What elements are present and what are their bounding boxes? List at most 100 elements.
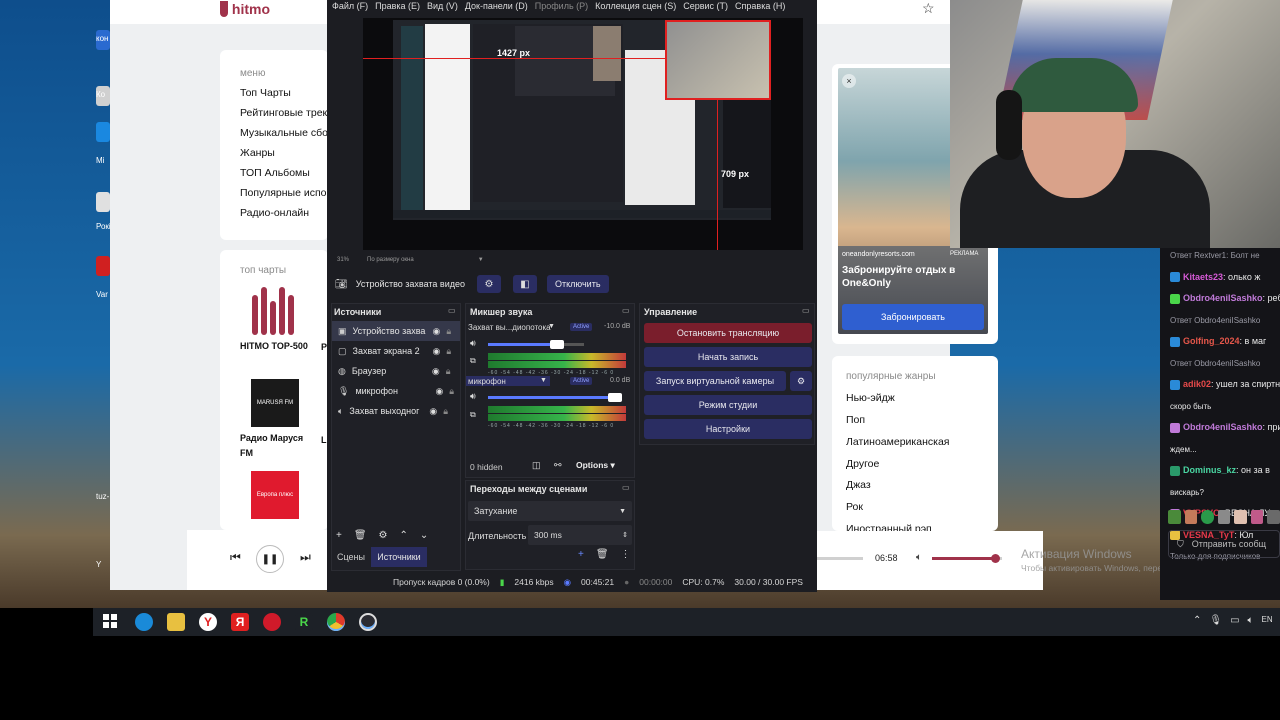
chat-username[interactable]: Obdro4eniISashko xyxy=(1183,293,1263,303)
genre-item[interactable]: Латиноамериканская xyxy=(846,436,949,448)
volume-slider[interactable] xyxy=(932,554,1002,563)
stop-streaming-button[interactable]: Остановить трансляцию xyxy=(644,323,812,343)
options-button[interactable]: Options ▾ xyxy=(576,460,615,471)
yandex-icon[interactable]: Я xyxy=(231,613,249,631)
emote-icon[interactable] xyxy=(1201,510,1214,524)
gear-icon[interactable]: ⚙ xyxy=(379,530,388,541)
radio-marusya-tile[interactable]: MARUSЯ FM xyxy=(251,379,299,427)
emote-icon[interactable] xyxy=(1250,510,1264,524)
tab-scenes[interactable]: Сцены xyxy=(331,547,371,567)
mic-icon[interactable]: 🎙︎ xyxy=(1209,615,1222,626)
mixer-settings-icon[interactable]: ⧉ xyxy=(470,410,476,420)
eye-icon[interactable]: ◉ xyxy=(435,386,443,397)
genre-item[interactable]: Другое xyxy=(846,458,879,470)
chevron-down-icon[interactable]: ▼ xyxy=(548,323,555,330)
ad-book-button[interactable]: Забронировать xyxy=(842,304,984,330)
chevron-down-icon[interactable]: ▼ xyxy=(540,377,547,384)
volume-knob[interactable] xyxy=(550,340,565,349)
lock-icon[interactable]: 🔒︎ xyxy=(446,366,451,377)
eye-icon[interactable]: ◉ xyxy=(433,346,441,357)
eye-icon[interactable]: ◉ xyxy=(429,406,437,417)
chat-input[interactable]: ⛉ Отправить сообщ xyxy=(1168,530,1280,558)
prev-track-icon[interactable]: ⏮ xyxy=(230,550,241,565)
file-explorer-icon[interactable] xyxy=(167,613,185,631)
move-up-icon[interactable]: ⌃ xyxy=(400,530,408,541)
disable-source-button[interactable]: Отключить xyxy=(547,275,609,293)
edge-icon[interactable] xyxy=(135,613,153,631)
dock-float-icon[interactable]: ▭ xyxy=(622,306,630,315)
pause-button[interactable]: ❚❚ xyxy=(256,545,284,573)
volume-knob[interactable] xyxy=(991,554,1000,563)
settings-button[interactable]: Настройки xyxy=(644,419,812,439)
volume-slider-1[interactable] xyxy=(488,340,584,349)
start-button[interactable] xyxy=(103,614,117,628)
dock-float-icon[interactable]: ▭ xyxy=(802,306,810,315)
europa-plus-tile[interactable]: Европа плюс xyxy=(251,471,299,519)
zoom-label[interactable]: 31% xyxy=(337,257,349,263)
desktop-icon-5[interactable] xyxy=(96,256,110,276)
duration-input[interactable]: 300 ms ⇕ xyxy=(528,525,632,545)
start-recording-button[interactable]: Начать запись xyxy=(644,347,812,367)
virtual-camera-settings-button[interactable]: ⚙ xyxy=(790,371,812,391)
next-track-icon[interactable]: ⏭ xyxy=(300,550,311,565)
tab-sources[interactable]: Источники xyxy=(371,547,427,567)
chat-username[interactable]: adik02 xyxy=(1183,379,1211,389)
obs-icon[interactable] xyxy=(359,613,377,631)
track-progress[interactable] xyxy=(817,557,863,560)
speaker-icon[interactable]: 🔊︎ xyxy=(470,338,476,349)
studio-mode-button[interactable]: Режим студии xyxy=(644,395,812,415)
source-item[interactable]: ◍ Браузер ◉ 🔒︎ xyxy=(332,361,460,381)
menu-item[interactable]: Популярные испо xyxy=(240,187,328,199)
menu-file[interactable]: Файл (F) xyxy=(332,1,368,11)
genre-item[interactable]: Поп xyxy=(846,414,865,426)
source-filters-button[interactable]: ◧ xyxy=(513,275,538,293)
genre-item[interactable]: Нью-эйдж xyxy=(846,392,895,404)
yandex-browser-icon[interactable]: Y xyxy=(199,613,217,631)
move-down-icon[interactable]: ⌄ xyxy=(420,530,428,541)
source-item[interactable]: 🎙︎ микрофон ◉ 🔒︎ xyxy=(332,381,460,401)
favorite-star-icon[interactable]: ☆ xyxy=(922,0,935,17)
chat-username[interactable]: Obdro4eniISashko xyxy=(1183,422,1263,432)
genre-item[interactable]: Иностранный рэп xyxy=(846,523,932,531)
scale-mode[interactable]: По размеру окна xyxy=(367,257,414,263)
speaker-icon[interactable]: 🔈︎ xyxy=(1248,615,1254,626)
remove-source-icon[interactable]: 🗑︎ xyxy=(354,530,367,541)
chrome-icon[interactable] xyxy=(327,613,345,631)
eye-icon[interactable]: ◉ xyxy=(432,366,440,377)
emote-icon[interactable] xyxy=(1234,510,1247,524)
mixer-settings-icon[interactable]: ⧉ xyxy=(470,356,476,366)
hitmo-top-label[interactable]: HITMO TOP-500 xyxy=(240,341,328,351)
opera-icon[interactable] xyxy=(263,613,281,631)
link-icon[interactable]: ⚯ xyxy=(554,460,562,471)
menu-scene-collection[interactable]: Коллекция сцен (S) xyxy=(595,1,676,11)
lock-icon[interactable]: 🔒︎ xyxy=(443,406,448,417)
desktop-icon-4[interactable] xyxy=(96,192,110,212)
network-icon[interactable]: ▭ xyxy=(1230,615,1239,626)
remove-transition-icon[interactable]: 🗑︎ xyxy=(596,549,609,560)
chat-username[interactable]: Golfing_2024 xyxy=(1183,336,1240,346)
obs-preview[interactable]: 1427 px 709 px xyxy=(363,18,803,250)
mixer-layout-icon[interactable]: ◫ xyxy=(532,460,541,471)
lock-icon[interactable]: 🔒︎ xyxy=(449,386,454,397)
ad-close-icon[interactable]: × xyxy=(842,74,856,88)
genre-item[interactable]: Джаз xyxy=(846,479,871,491)
menu-item[interactable]: Радио-онлайн xyxy=(240,207,328,219)
source-item[interactable]: 🔈︎ Захват выходног ◉ 🔒︎ xyxy=(332,401,460,421)
menu-edit[interactable]: Правка (E) xyxy=(375,1,420,11)
menu-tools[interactable]: Сервис (T) xyxy=(683,1,728,11)
emote-icon[interactable] xyxy=(1184,510,1198,524)
emote-icon[interactable] xyxy=(1217,510,1231,524)
menu-item[interactable]: Жанры xyxy=(240,147,328,159)
volume-slider-2[interactable] xyxy=(488,393,622,402)
dock-float-icon[interactable]: ▭ xyxy=(448,306,456,315)
chevron-down-icon[interactable]: ▼ xyxy=(478,257,484,263)
eye-icon[interactable]: ◉ xyxy=(433,326,441,337)
menu-help[interactable]: Справка (H) xyxy=(735,1,785,11)
menu-item[interactable]: Рейтинговые трек xyxy=(240,107,328,119)
desktop-icon-3[interactable] xyxy=(96,122,110,142)
hitmo-top-tile[interactable] xyxy=(252,285,298,335)
menu-docks[interactable]: Док-панели (D) xyxy=(465,1,528,11)
menu-item[interactable]: ТОП Альбомы xyxy=(240,167,328,179)
volume-knob[interactable] xyxy=(608,393,622,402)
source-properties-button[interactable]: ⚙ xyxy=(477,275,502,293)
